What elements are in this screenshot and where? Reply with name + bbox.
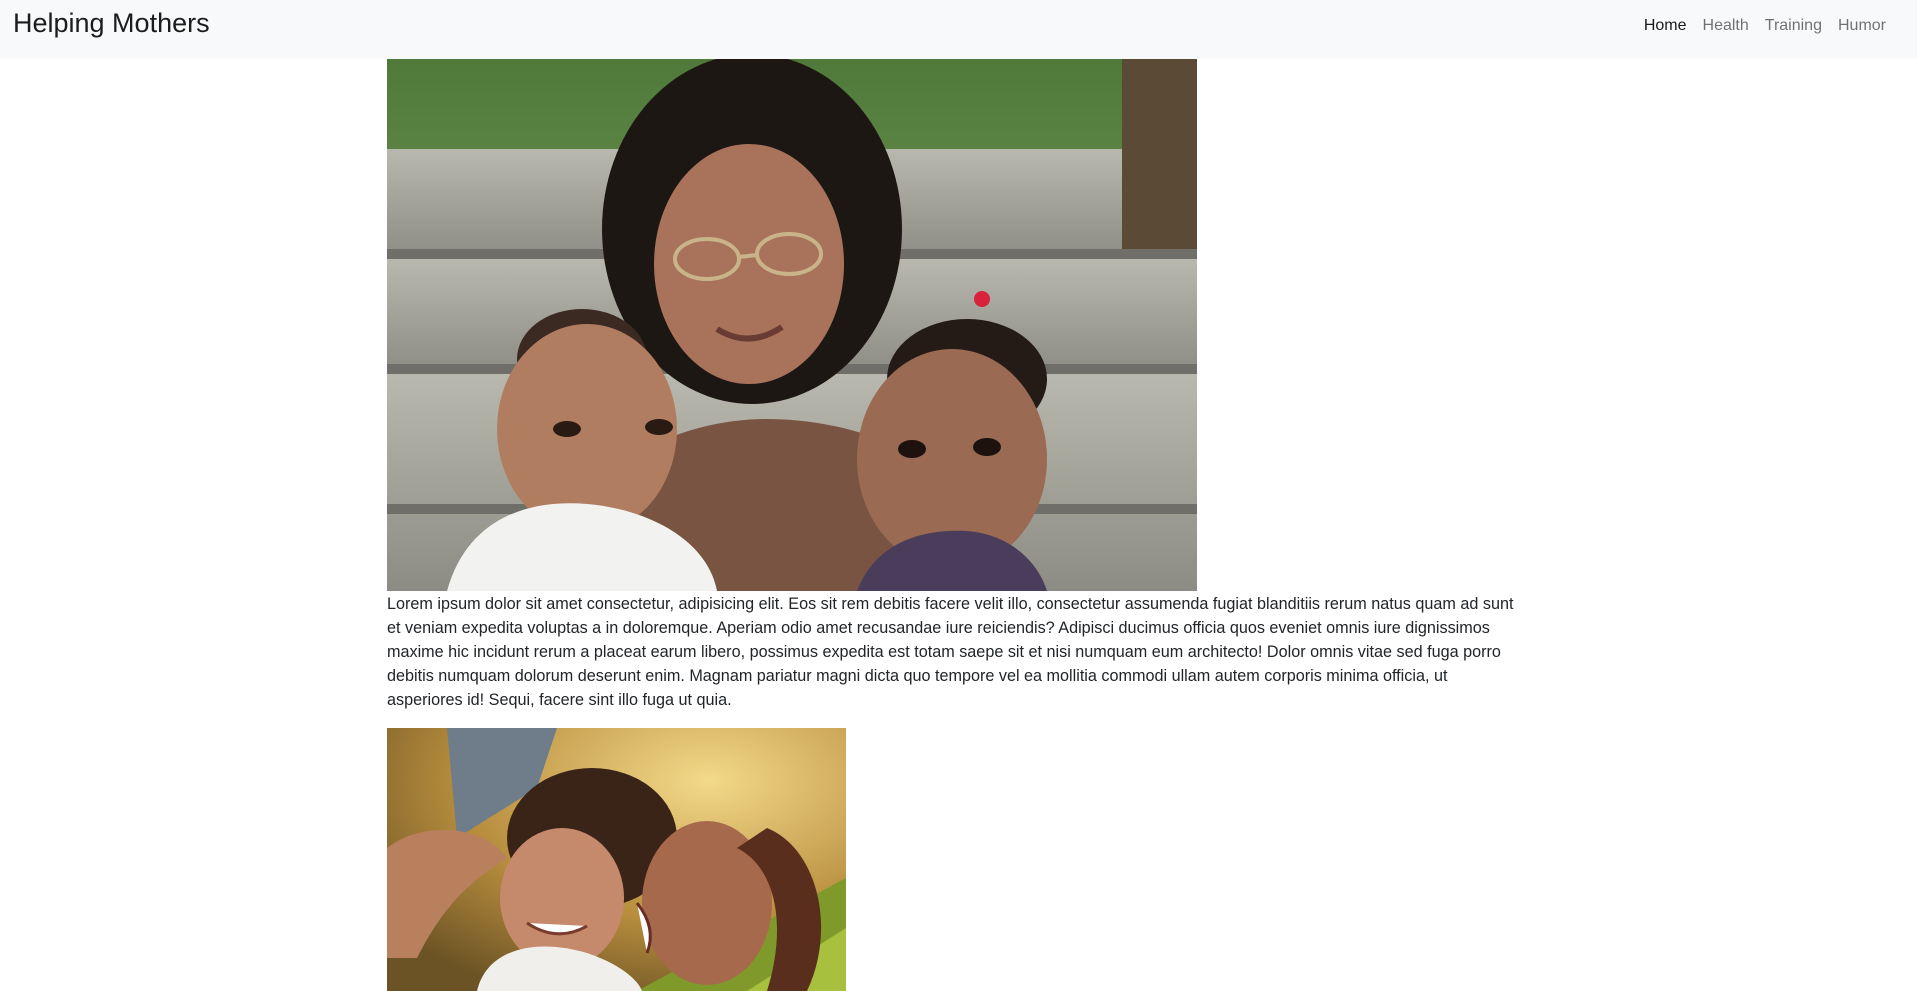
mother-and-daughter-illustration [387,728,846,991]
navbar: Helping Mothers Home Health Training Hum… [0,0,1917,59]
nav-links: Home Health Training Humor [1636,15,1894,37]
nav-item-training: Training [1757,15,1830,37]
nav-item-health: Health [1695,15,1757,37]
nav-item-home: Home [1636,15,1695,37]
nav-link-home[interactable]: Home [1636,15,1695,37]
nav-item-humor: Humor [1830,15,1894,37]
nav-link-health[interactable]: Health [1695,15,1757,37]
brand-link[interactable]: Helping Mothers [13,6,210,40]
mother-with-toddlers-illustration [387,59,1197,591]
nav-link-humor[interactable]: Humor [1830,15,1894,37]
mother-with-toddlers-photo [387,59,1197,591]
nav-link-training[interactable]: Training [1757,15,1830,37]
intro-paragraph: Lorem ipsum dolor sit amet consectetur, … [387,595,1514,709]
mother-and-daughter-photo [387,728,846,991]
